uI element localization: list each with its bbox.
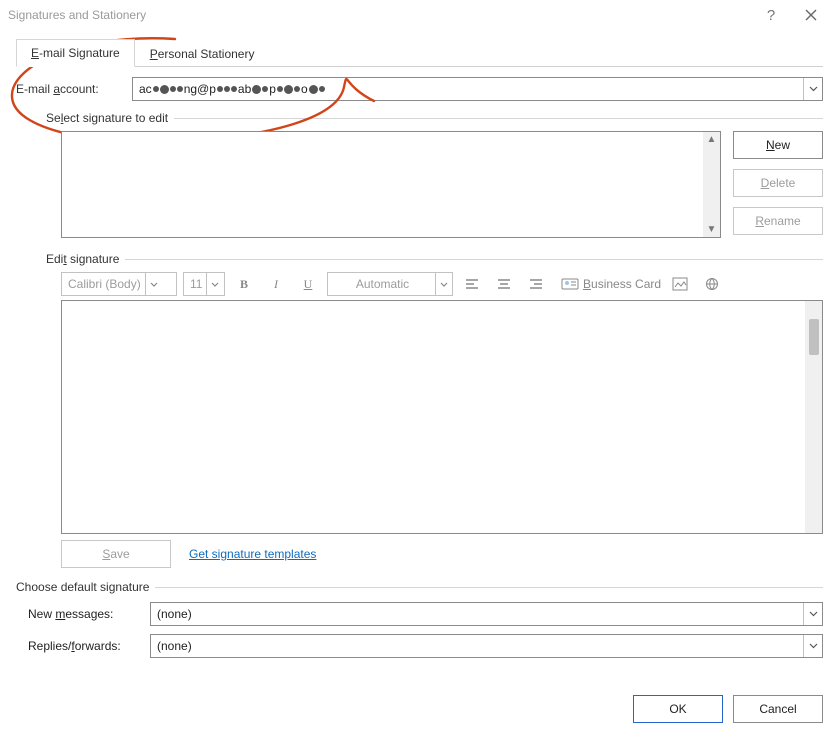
scroll-down-icon: ▼ <box>707 224 717 235</box>
tab-personal-stationery[interactable]: Personal Stationery <box>135 40 270 67</box>
font-family-combo[interactable]: Calibri (Body) <box>61 272 177 296</box>
select-signature-label: Select signature to edit <box>46 111 823 125</box>
insert-link-button[interactable] <box>699 272 725 296</box>
scrollbar[interactable] <box>805 301 822 533</box>
font-color-combo[interactable]: Automatic <box>327 272 453 296</box>
help-button[interactable]: ? <box>751 0 791 30</box>
business-card-button[interactable]: Business Card <box>561 277 661 291</box>
save-button[interactable]: Save <box>61 540 171 568</box>
align-right-button[interactable] <box>523 272 549 296</box>
get-templates-link[interactable]: Get signature templates <box>189 547 316 561</box>
scrollbar[interactable]: ▲ ▼ <box>703 132 720 237</box>
chevron-down-icon <box>206 273 223 295</box>
insert-picture-button[interactable] <box>667 272 693 296</box>
ok-button[interactable]: OK <box>633 695 723 723</box>
underline-button[interactable]: U <box>295 272 321 296</box>
tab-email-signature[interactable]: E-mail Signature <box>16 39 135 67</box>
edit-signature-label: Edit signature <box>46 252 823 266</box>
bold-button[interactable]: B <box>231 272 257 296</box>
tab-bar: E-mail Signature Personal Stationery <box>16 38 823 67</box>
delete-button[interactable]: Delete <box>733 169 823 197</box>
choose-default-label: Choose default signature <box>16 580 823 594</box>
replies-forwards-label: Replies/forwards: <box>28 639 150 653</box>
replies-forwards-combo[interactable]: (none) <box>150 634 823 658</box>
rename-button[interactable]: Rename <box>733 207 823 235</box>
font-size-combo[interactable]: 11 <box>183 272 225 296</box>
chevron-down-icon <box>145 273 162 295</box>
new-messages-label: New messages: <box>28 607 150 621</box>
chevron-down-icon <box>435 273 452 295</box>
window-title: Signatures and Stationery <box>8 8 751 22</box>
chevron-down-icon <box>803 603 822 625</box>
new-messages-combo[interactable]: (none) <box>150 602 823 626</box>
scroll-up-icon: ▲ <box>707 134 717 145</box>
align-center-button[interactable] <box>491 272 517 296</box>
align-left-button[interactable] <box>459 272 485 296</box>
close-button[interactable] <box>791 0 831 30</box>
chevron-down-icon <box>803 635 822 657</box>
signature-list[interactable]: ▲ ▼ <box>61 131 721 238</box>
italic-button[interactable]: I <box>263 272 289 296</box>
email-account-combo[interactable]: acng@pabpo <box>132 77 823 101</box>
signature-editor[interactable] <box>61 300 823 534</box>
business-card-icon <box>561 277 579 291</box>
new-button[interactable]: New <box>733 131 823 159</box>
chevron-down-icon <box>803 78 822 100</box>
email-account-label: E-mail account: <box>16 82 132 96</box>
cancel-button[interactable]: Cancel <box>733 695 823 723</box>
